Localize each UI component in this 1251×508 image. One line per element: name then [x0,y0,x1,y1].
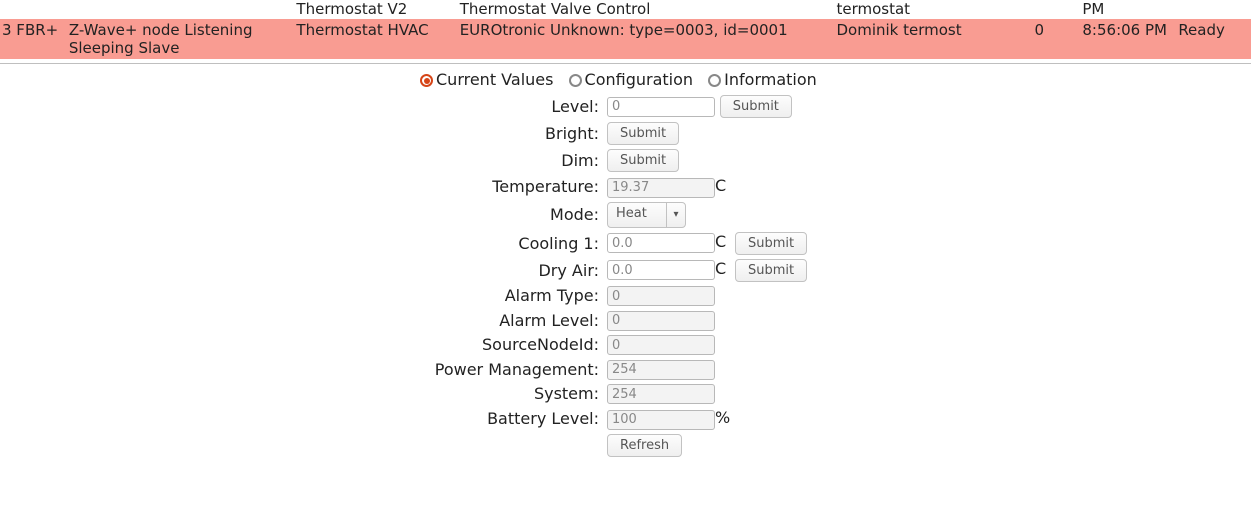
power-mgmt-label: Power Management: [0,357,603,382]
dryair-submit-button[interactable]: Submit [735,259,807,282]
cell-num: 0 [1032,19,1080,59]
table-row[interactable]: Thermostat V2 Thermostat Valve Control t… [0,0,1251,19]
tab-group: Current Values Configuration Information [0,70,1251,89]
temperature-unit: C [715,176,726,195]
cooling1-unit: C [715,232,726,251]
alarm-level-value [607,311,715,331]
tab-information[interactable]: Information [708,70,817,89]
dim-label: Dim: [0,147,603,174]
temperature-label: Temperature: [0,174,603,200]
alarm-type-value [607,286,715,306]
radio-icon [569,74,582,87]
battery-label: Battery Level: [0,406,603,432]
dryair-unit: C [715,259,726,278]
cell-name: termostat [834,0,1032,19]
tab-current-values[interactable]: Current Values [420,70,559,89]
cooling1-submit-button[interactable]: Submit [735,232,807,255]
tab-label: Current Values [436,70,553,89]
level-input[interactable] [607,97,715,117]
alarm-level-label: Alarm Level: [0,308,603,333]
temperature-value [607,178,715,198]
system-value [607,384,715,404]
mode-label: Mode: [0,200,603,230]
current-values-form: Level: Submit Bright: Submit Dim: Submit… [0,93,811,459]
dim-submit-button[interactable]: Submit [607,149,679,172]
tab-label: Configuration [585,70,694,89]
cooling1-input[interactable] [607,233,715,253]
cell-time: 8:56:06 PM [1080,19,1176,59]
alarm-type-label: Alarm Type: [0,284,603,309]
cell-product: Thermostat Valve Control [458,0,835,19]
level-submit-button[interactable]: Submit [720,95,792,118]
tab-configuration[interactable]: Configuration [569,70,699,89]
battery-unit: % [715,408,730,427]
battery-value [607,410,715,430]
dryair-input[interactable] [607,260,715,280]
bright-submit-button[interactable]: Submit [607,122,679,145]
divider [0,63,1251,64]
cell-category: Thermostat V2 [294,0,457,19]
tab-label: Information [724,70,817,89]
dryair-label: Dry Air: [0,257,603,284]
cell-state: Ready [1176,19,1251,59]
chevron-down-icon: ▾ [667,203,685,227]
cell-time: PM [1080,0,1176,19]
radio-icon [420,74,433,87]
refresh-button[interactable]: Refresh [607,434,682,457]
cell-product: EUROtronic Unknown: type=0003, id=0001 [458,19,835,59]
mode-select[interactable]: Heat ▾ [607,202,686,228]
level-label: Level: [0,93,603,120]
cell-name: Dominik termost [834,19,1032,59]
cell-category: Thermostat HVAC [294,19,457,59]
bright-label: Bright: [0,120,603,147]
mode-select-value: Heat [608,203,667,227]
system-label: System: [0,382,603,407]
cell-id: 3 FBR+ [0,19,67,59]
nodes-table: Thermostat V2 Thermostat Valve Control t… [0,0,1251,59]
cooling1-label: Cooling 1: [0,230,603,257]
cell-type: Z-Wave+ node Listening Sleeping Slave [67,19,295,59]
table-row-selected[interactable]: 3 FBR+ Z-Wave+ node Listening Sleeping S… [0,19,1251,59]
power-mgmt-value [607,360,715,380]
source-node-value [607,335,715,355]
source-node-label: SourceNodeId: [0,333,603,358]
radio-icon [708,74,721,87]
